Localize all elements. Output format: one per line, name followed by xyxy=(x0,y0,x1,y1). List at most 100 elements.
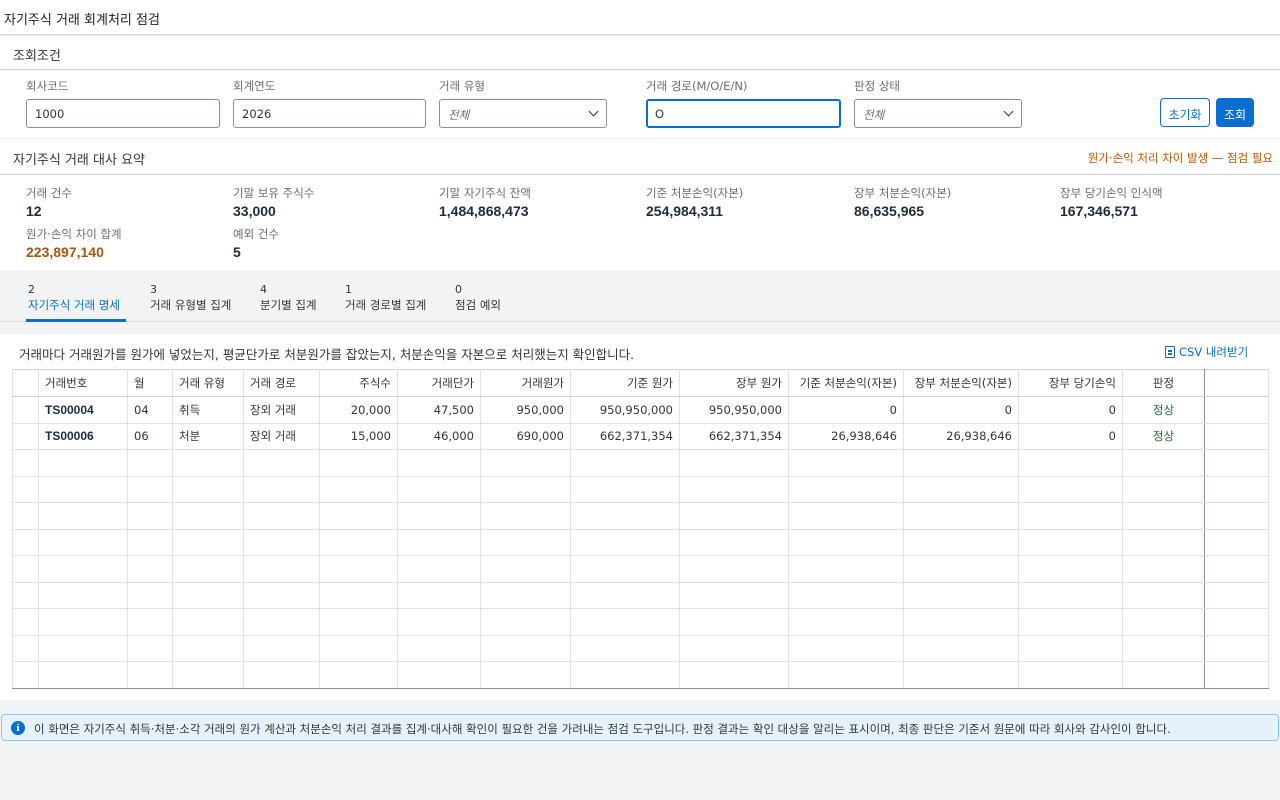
fiscal-year-label: 회계연도 xyxy=(233,79,276,93)
empty-cell xyxy=(903,555,1019,583)
empty-cell xyxy=(903,661,1019,689)
summary-header: 자기주식 거래 대사 요약 원가·손익 처리 차이 발생 — 점검 필요 xyxy=(0,139,1280,175)
column-header[interactable]: 주식수 xyxy=(319,369,398,397)
kpi-label: 거래 건수 xyxy=(26,186,72,200)
column-header[interactable]: 거래단가 xyxy=(397,369,481,397)
empty-cell xyxy=(1122,449,1205,477)
judgment-status-label: 판정 상태 xyxy=(854,79,900,93)
empty-cell xyxy=(480,555,571,583)
kpi-difference-total: 원가·손익 차이 합계 223,897,140 xyxy=(26,226,122,260)
column-header[interactable]: 판정 xyxy=(1122,369,1205,397)
kpi-label: 장부 처분손익(자본) xyxy=(854,186,952,200)
empty-cell xyxy=(172,581,244,609)
page-title: 자기주식 거래 회계처리 점검 xyxy=(4,13,160,28)
empty-cell xyxy=(319,528,398,556)
empty-cell xyxy=(1204,528,1269,556)
column-header[interactable]: 장부 원가 xyxy=(679,369,789,397)
filler-cell xyxy=(1204,396,1269,424)
column-header[interactable]: 거래원가 xyxy=(480,369,571,397)
shares-cell: 20,000 xyxy=(319,396,398,424)
empty-cell xyxy=(12,449,39,477)
kpi-label: 기말 자기주식 잔액 xyxy=(439,186,531,200)
standard-disposal-gain-cell: 0 xyxy=(788,396,904,424)
tab-trade-detail[interactable]: 2 자기주식 거래 명세 xyxy=(28,283,120,313)
empty-cell xyxy=(172,608,244,636)
column-header[interactable]: 장부 처분손익(자본) xyxy=(903,369,1019,397)
column-header[interactable]: 장부 당기손익 xyxy=(1018,369,1123,397)
empty-cell xyxy=(1204,449,1269,477)
empty-cell xyxy=(1204,608,1269,636)
empty-cell xyxy=(38,449,128,477)
empty-cell xyxy=(172,528,244,556)
empty-cell xyxy=(319,608,398,636)
empty-cell xyxy=(243,608,320,636)
filter-bar: 회사코드 1000 회계연도 2026 거래 유형 전체 거래 경로(M/O/E… xyxy=(0,71,1280,138)
empty-table-row xyxy=(12,661,1269,689)
empty-cell xyxy=(903,502,1019,530)
book-disposal-gain-cell: 0 xyxy=(903,396,1019,424)
empty-cell xyxy=(1122,581,1205,609)
tab-label: 자기주식 거래 명세 xyxy=(28,298,120,312)
empty-cell xyxy=(1018,581,1123,609)
kpi-trade-count: 거래 건수 12 xyxy=(26,185,72,219)
column-header[interactable]: 기준 원가 xyxy=(570,369,680,397)
filler-header xyxy=(1204,369,1269,397)
empty-cell xyxy=(1204,661,1269,689)
empty-cell xyxy=(12,528,39,556)
tab-by-trade-type[interactable]: 3 거래 유형별 집계 xyxy=(150,283,231,313)
table-row[interactable]: TS00006 06 처분 장외 거래 15,000 46,000 690,00… xyxy=(12,422,1269,450)
csv-download-button[interactable]: CSV 내려받기 xyxy=(1165,344,1248,360)
empty-cell xyxy=(570,475,680,503)
trade-route-input[interactable]: O xyxy=(646,99,841,128)
empty-cell xyxy=(127,555,173,583)
trade-table: 거래번호 월 거래 유형 거래 경로 주식수 거래단가 거래원가 기준 원가 장… xyxy=(12,369,1269,689)
row-selector[interactable] xyxy=(12,396,39,424)
trade-type-select[interactable]: 전체 xyxy=(439,99,607,128)
empty-cell xyxy=(1018,502,1123,530)
trade-route-cell: 장외 거래 xyxy=(243,396,320,424)
empty-cell xyxy=(243,502,320,530)
tab-bar: 2 자기주식 거래 명세 3 거래 유형별 집계 4 분기별 집계 1 거래 경… xyxy=(0,272,1280,322)
tab-exceptions[interactable]: 0 점검 예외 xyxy=(455,283,501,313)
empty-cell xyxy=(480,581,571,609)
empty-cell xyxy=(12,502,39,530)
standard-cost-cell: 662,371,354 xyxy=(570,422,680,450)
empty-cell xyxy=(397,475,481,503)
empty-cell xyxy=(679,449,789,477)
table-row[interactable]: TS00004 04 취득 장외 거래 20,000 47,500 950,00… xyxy=(12,396,1269,424)
empty-cell xyxy=(12,608,39,636)
tab-by-quarter[interactable]: 4 분기별 집계 xyxy=(260,283,317,313)
tab-label: 거래 경로별 집계 xyxy=(345,298,427,312)
empty-cell xyxy=(319,449,398,477)
empty-cell xyxy=(480,634,571,662)
empty-cell xyxy=(12,661,39,689)
empty-cell xyxy=(127,449,173,477)
empty-cell xyxy=(38,555,128,583)
column-header[interactable]: 거래번호 xyxy=(38,369,128,397)
empty-cell xyxy=(397,581,481,609)
empty-cell xyxy=(243,634,320,662)
book-disposal-gain-cell: 26,938,646 xyxy=(903,422,1019,450)
column-header[interactable]: 월 xyxy=(127,369,173,397)
empty-cell xyxy=(1018,608,1123,636)
empty-table-row xyxy=(12,634,1269,662)
empty-cell xyxy=(172,634,244,662)
empty-cell xyxy=(679,502,789,530)
tab-count: 3 xyxy=(150,283,157,296)
empty-table-row xyxy=(12,581,1269,609)
column-header[interactable]: 거래 유형 xyxy=(172,369,244,397)
fiscal-year-input[interactable]: 2026 xyxy=(233,99,426,128)
judgment-status-select[interactable]: 전체 xyxy=(854,99,1022,128)
kpi-label: 예외 건수 xyxy=(233,227,279,241)
empty-cell xyxy=(38,502,128,530)
column-header[interactable]: 거래 경로 xyxy=(243,369,320,397)
reset-button[interactable]: 초기화 xyxy=(1160,98,1210,127)
company-code-input[interactable]: 1000 xyxy=(26,99,220,128)
column-header[interactable]: 기준 처분손익(자본) xyxy=(788,369,904,397)
search-button[interactable]: 조회 xyxy=(1216,98,1254,127)
standard-disposal-gain-cell: 26,938,646 xyxy=(788,422,904,450)
empty-cell xyxy=(127,528,173,556)
info-message-strip: i 이 화면은 자기주식 취득·처분·소각 거래의 원가 계산과 처분손익 처리… xyxy=(1,714,1279,741)
tab-by-trade-route[interactable]: 1 거래 경로별 집계 xyxy=(345,283,426,313)
row-selector[interactable] xyxy=(12,422,39,450)
